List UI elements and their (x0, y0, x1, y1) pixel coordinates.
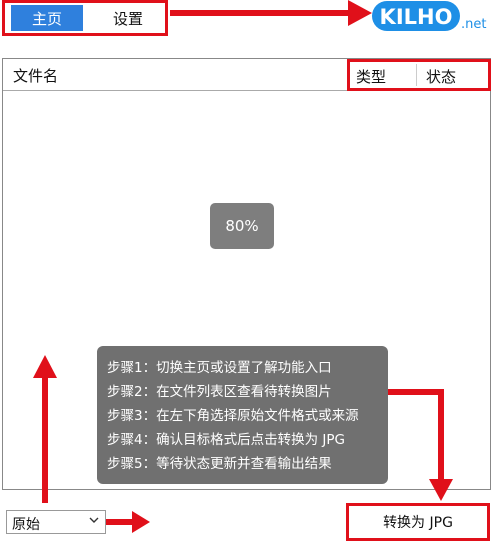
arrow-select-right-shaft (106, 519, 134, 525)
annotation-arrows (33, 0, 453, 533)
arrow-select-up-shaft (42, 375, 48, 503)
arrow-select-up-head (33, 355, 57, 378)
arrow-tooltip-elbow-head (429, 479, 453, 501)
arrow-select-right-head (132, 511, 150, 533)
arrow-tooltip-elbow-horizontal (388, 389, 444, 395)
arrow-tabs-to-logo-head (348, 0, 372, 26)
arrow-tooltip-elbow-vertical (438, 389, 444, 481)
arrow-tabs-to-logo-shaft (170, 10, 350, 16)
